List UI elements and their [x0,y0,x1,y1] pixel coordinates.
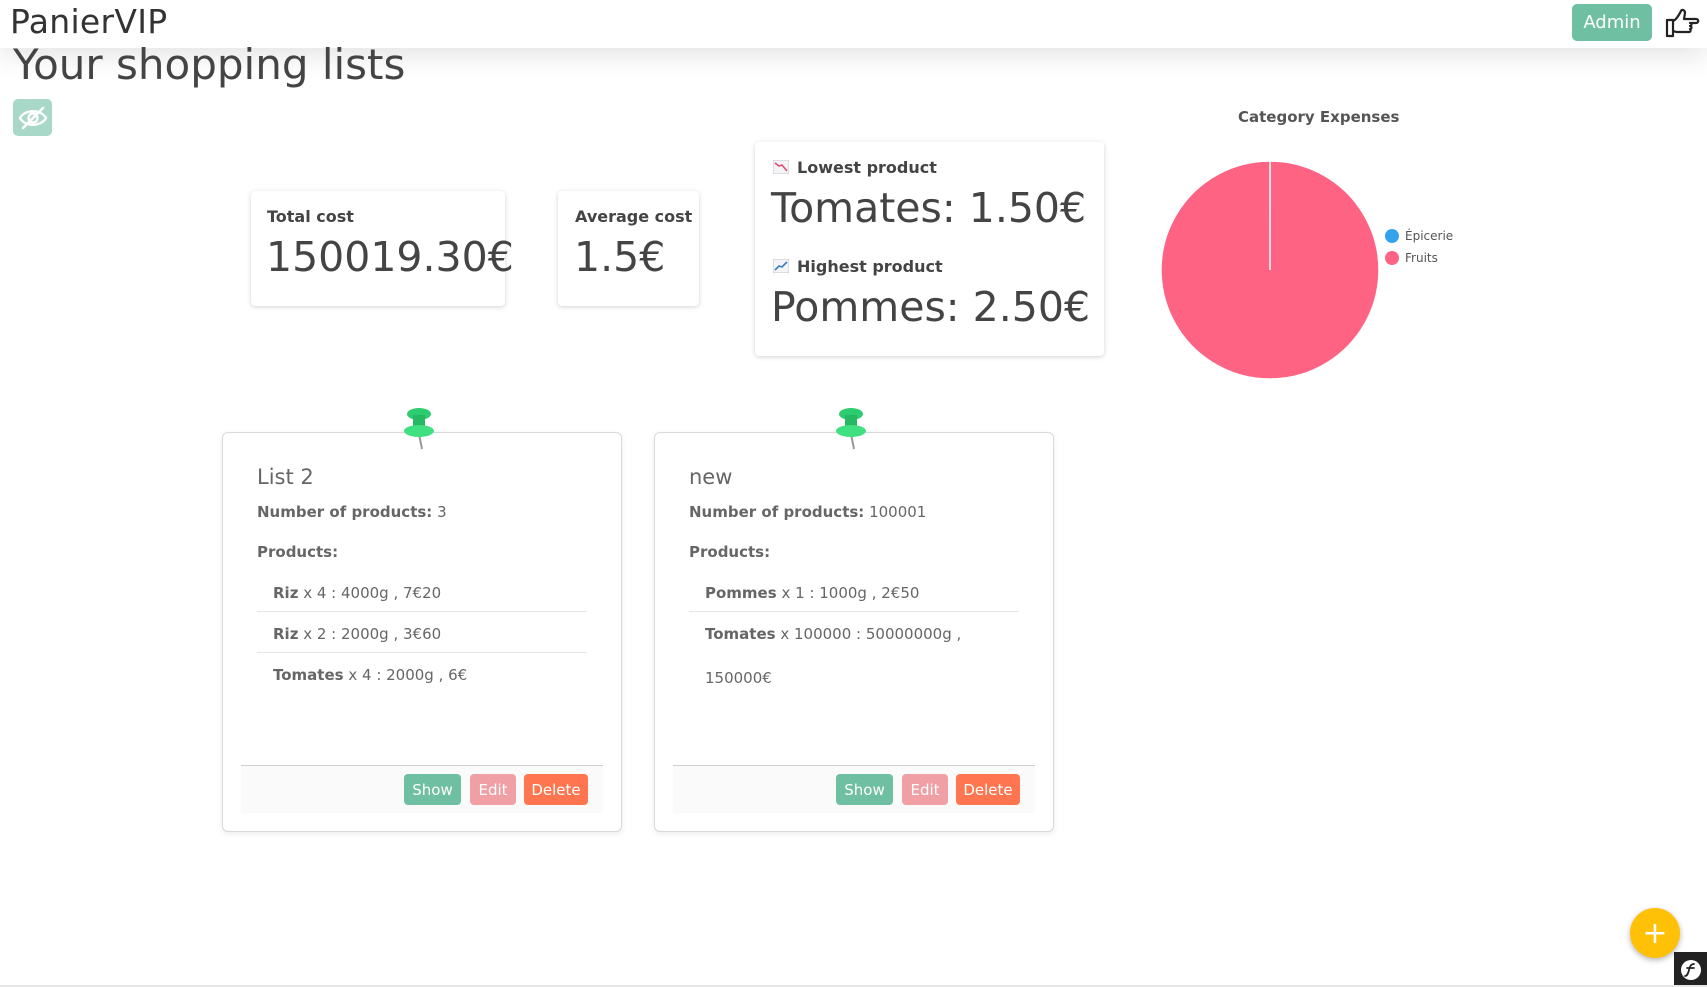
product-list: Pommes x 1 : 1000g , 2€50 Tomates x 1000… [689,571,1019,687]
list-item: Pommes x 1 : 1000g , 2€50 [689,571,1019,612]
product-count: Number of products: 100001 [689,503,926,521]
products-label: Products: [689,543,771,561]
highest-product-heading: Highest product [773,257,943,276]
edit-button[interactable]: Edit [902,774,948,805]
product-count-label: Number of products: [689,503,865,521]
page-title: Your shopping lists [13,40,406,89]
product-count-value: 100001 [869,503,927,521]
lowest-product-value: Tomates: 1.50€ [771,184,1087,232]
list-name: List 2 [257,465,314,489]
lowest-product-label: Lowest product [797,158,937,177]
highest-product-label: Highest product [797,257,943,276]
eye-slash-icon [18,106,47,129]
list-item: Tomates x 4 : 2000g , 6€ [257,653,587,693]
toggle-visibility-button[interactable] [13,99,52,136]
legend-dot-epicerie [1385,229,1399,243]
shopping-list-card: new Number of products: 100001 Products:… [654,432,1054,832]
chart-decreasing-icon [773,160,789,174]
list-item: Riz x 4 : 4000g , 7€20 [257,571,587,612]
total-cost-label: Total cost [267,207,354,226]
admin-button[interactable]: Admin [1572,4,1652,41]
shopping-list-card: List 2 Number of products: 3 Products: R… [222,432,622,832]
chart-increasing-icon [773,259,789,273]
pushpin-icon [404,408,434,450]
product-detail: x 4 : 4000g , 7€20 [303,584,442,602]
total-cost-value: 150019.30€ [266,233,514,281]
chart-title: Category Expenses [1238,108,1400,126]
card-footer: Show Edit Delete [241,765,603,813]
total-cost-card: Total cost 150019.30€ [251,191,514,306]
min-max-card: Lowest product Tomates: 1.50€ Highest pr… [755,142,1104,356]
product-list: Riz x 4 : 4000g , 7€20 Riz x 2 : 2000g ,… [257,571,587,693]
legend-dot-fruits [1385,251,1399,265]
pushpin-icon [836,408,866,450]
product-name: Riz [273,625,299,643]
product-count-value: 3 [437,503,447,521]
product-detail: x 4 : 2000g , 6€ [348,666,468,684]
pie-slice-fruits[interactable] [1160,160,1380,380]
brand-logo[interactable]: PanierVIP [10,2,168,41]
symfony-icon [1680,959,1701,980]
delete-button[interactable]: Delete [524,774,588,805]
product-name: Tomates [705,625,776,643]
legend-item-fruits[interactable]: Fruits [1385,251,1438,265]
legend-label-epicerie: Épicerie [1405,229,1454,243]
card-footer: Show Edit Delete [673,765,1035,813]
product-name: Pommes [705,584,777,602]
add-list-button[interactable]: + [1630,908,1680,958]
product-count: Number of products: 3 [257,503,447,521]
delete-button[interactable]: Delete [956,774,1020,805]
legend-label-fruits: Fruits [1405,251,1438,265]
average-cost-label: Average cost [575,207,693,226]
legend-item-epicerie[interactable]: Épicerie [1385,229,1453,243]
product-detail: x 2 : 2000g , 3€60 [303,625,442,643]
average-cost-card: Average cost 1.5€ [558,191,699,306]
show-button[interactable]: Show [404,774,461,805]
product-detail: x 1 : 1000g , 2€50 [781,584,920,602]
list-name: new [689,465,733,489]
average-cost-value: 1.5€ [574,233,666,281]
hand-pointing-right-icon[interactable] [1664,5,1700,41]
list-item: Tomates x 100000 : 50000000g , 150000€ [689,612,1019,687]
highest-product-value: Pommes: 2.50€ [771,283,1091,331]
product-name: Riz [273,584,299,602]
symfony-toolbar-toggle[interactable] [1674,952,1707,987]
lowest-product-heading: Lowest product [773,158,937,177]
edit-button[interactable]: Edit [470,774,516,805]
show-button[interactable]: Show [836,774,893,805]
product-name: Tomates [273,666,344,684]
list-item: Riz x 2 : 2000g , 3€60 [257,612,587,653]
product-count-label: Number of products: [257,503,433,521]
products-label: Products: [257,543,339,561]
category-expenses-pie-chart [1160,160,1380,380]
